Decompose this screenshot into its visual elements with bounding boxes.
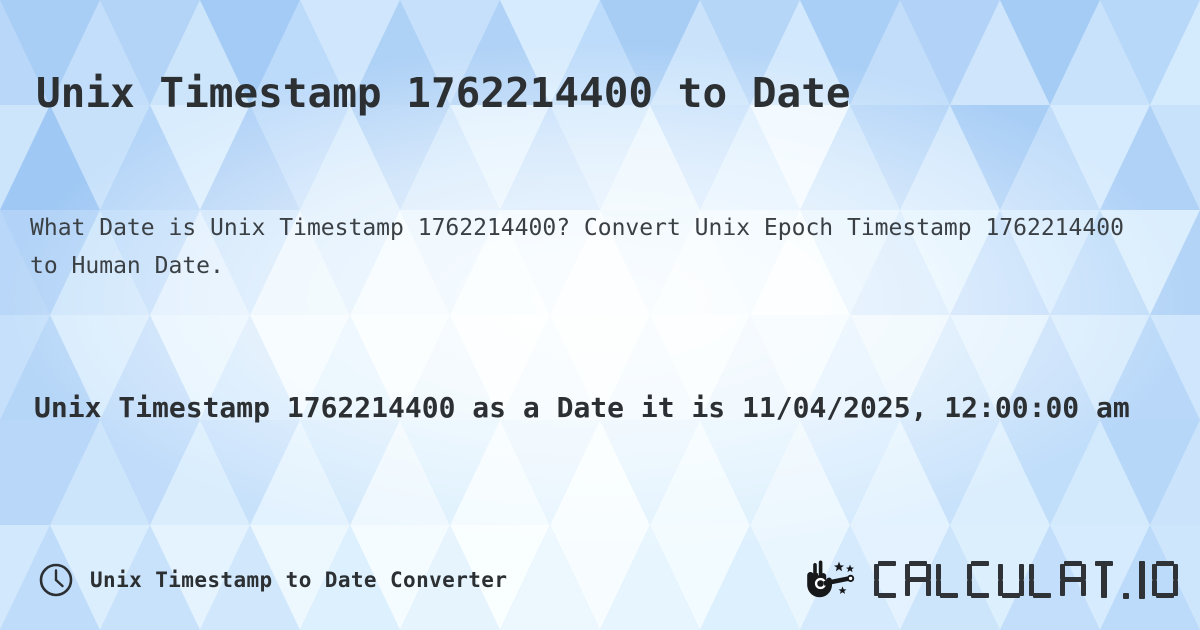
page-description: What Date is Unix Timestamp 1762214400? … xyxy=(30,215,1124,279)
page-title: Unix Timestamp 1762214400 to Date xyxy=(36,69,851,118)
brand-logo[interactable]: CALCULAT.IO xyxy=(806,552,1178,608)
footer: Unix Timestamp to Date Converter xyxy=(0,552,1200,608)
clock-icon xyxy=(38,562,74,598)
brand-char-a2 xyxy=(1060,561,1086,599)
footer-converter-label: Unix Timestamp to Date Converter xyxy=(90,568,508,592)
brand-char-dot xyxy=(1122,561,1132,599)
brand-char-l1 xyxy=(936,561,962,599)
magic-wand-hand-icon xyxy=(806,559,866,601)
brand-char-a1 xyxy=(905,561,931,599)
conversion-result: Unix Timestamp 1762214400 as a Date it i… xyxy=(34,391,1130,424)
brand-wordmark: CALCULAT.IO xyxy=(874,559,1178,601)
brand-char-i xyxy=(1137,561,1147,599)
og-image-card: Unix Timestamp 1762214400 to Date What D… xyxy=(0,0,1200,630)
brand-char-u xyxy=(998,561,1024,599)
brand-char-l2 xyxy=(1029,561,1055,599)
brand-char-o xyxy=(1152,561,1178,599)
footer-converter-link[interactable]: Unix Timestamp to Date Converter xyxy=(38,552,507,608)
brand-char-t xyxy=(1091,561,1117,599)
brand-char-c1 xyxy=(874,561,900,599)
brand-char-c2 xyxy=(967,561,993,599)
